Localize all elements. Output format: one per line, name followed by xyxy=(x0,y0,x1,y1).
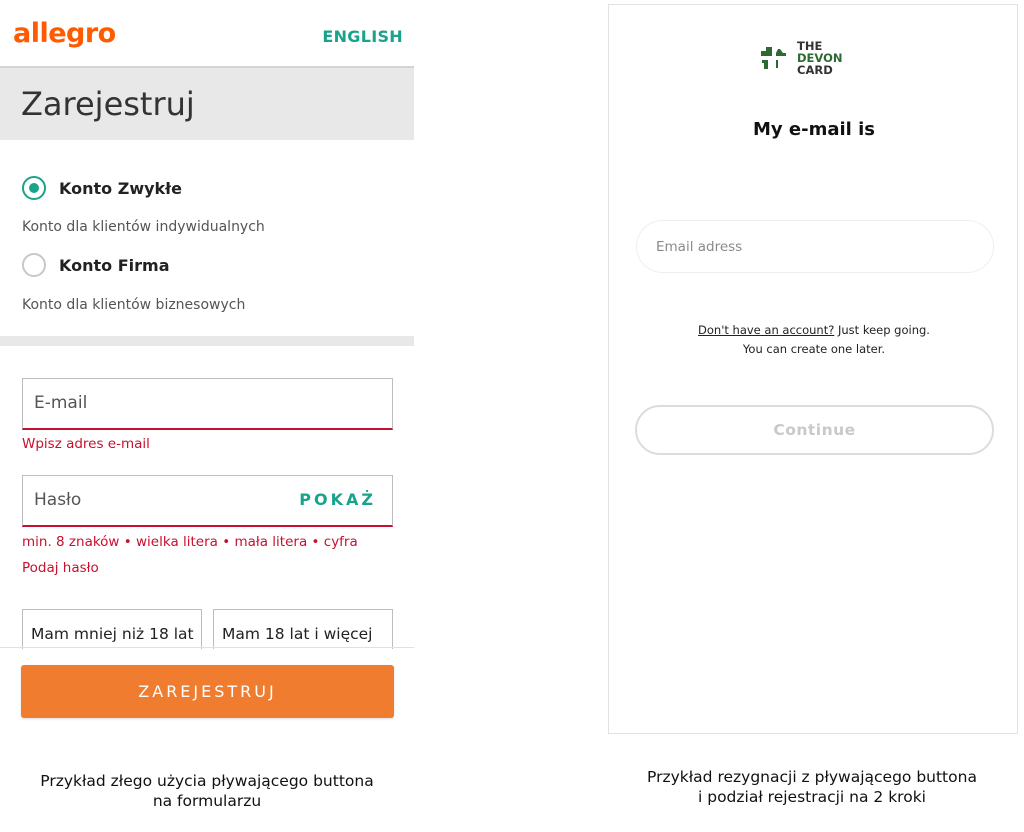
right-caption-line2: i podział rejestracji na 2 kroki xyxy=(698,788,926,806)
no-account-note: Don't have an account? Just keep going. … xyxy=(609,321,1019,359)
no-account-link[interactable]: Don't have an account? xyxy=(698,323,834,337)
email-placeholder: E-mail xyxy=(34,393,88,413)
password-hint: min. 8 znaków • wielka litera • mała lit… xyxy=(22,534,358,550)
radio-checked-icon[interactable] xyxy=(22,176,46,200)
devon-card-login-screen: THE DEVON CARD My e-mail is Email adress… xyxy=(608,4,1018,734)
account-type-business-option[interactable]: Konto Firma xyxy=(22,253,169,277)
password-field[interactable]: Hasło POKAŻ xyxy=(22,475,393,527)
right-caption: Przykład rezygnacji z pływającego button… xyxy=(600,767,1024,807)
section-divider xyxy=(0,336,414,346)
right-caption-line1: Przykład rezygnacji z pływającego button… xyxy=(647,768,977,786)
password-placeholder: Hasło xyxy=(34,490,82,510)
devon-card-logo-icon xyxy=(761,47,786,69)
account-type-personal-option[interactable]: Konto Zwykłe xyxy=(22,176,182,200)
account-type-label: Konto Firma xyxy=(59,255,170,275)
age-option-under-18[interactable]: Mam mniej niż 18 lat xyxy=(22,609,202,649)
email-field[interactable]: Email adress xyxy=(636,220,994,273)
left-caption: Przykład złego użycia pływającego button… xyxy=(0,771,414,811)
account-type-description: Konto dla klientów biznesowych xyxy=(22,297,246,313)
email-error: Wpisz adres e-mail xyxy=(22,436,150,452)
page-title: Zarejestruj xyxy=(21,85,195,123)
language-switch-link[interactable]: ENGLISH xyxy=(322,27,403,46)
register-button[interactable]: ZAREJESTRUJ xyxy=(21,665,394,718)
allegro-logo: allegro xyxy=(13,18,116,49)
page-heading: My e-mail is xyxy=(753,119,875,140)
devon-card-logo-text: THE DEVON CARD xyxy=(797,39,843,77)
devon-card-logo: THE DEVON CARD xyxy=(761,40,843,76)
left-caption-line2: na formularzu xyxy=(152,792,262,810)
age-option-18-plus[interactable]: Mam 18 lat i więcej xyxy=(213,609,393,649)
email-placeholder: Email adress xyxy=(656,239,743,255)
email-field[interactable]: E-mail xyxy=(22,378,393,430)
floating-bar-edge xyxy=(0,647,414,648)
password-error: Podaj hasło xyxy=(22,560,99,576)
continue-button[interactable]: Continue xyxy=(635,405,994,455)
account-type-label: Konto Zwykłe xyxy=(59,178,182,198)
left-caption-line1: Przykład złego użycia pływającego button… xyxy=(40,772,374,790)
show-password-button[interactable]: POKAŻ xyxy=(299,490,376,509)
no-account-note-line2: You can create one later. xyxy=(742,342,886,356)
page-title-bar: Zarejestruj xyxy=(0,66,414,140)
account-type-description: Konto dla klientów indywidualnych xyxy=(22,219,265,235)
allegro-registration-screen: allegro ENGLISH Zarejestruj Konto Zwykłe… xyxy=(0,0,414,730)
no-account-note-text: Just keep going. xyxy=(834,323,930,337)
radio-unchecked-icon[interactable] xyxy=(22,253,46,277)
